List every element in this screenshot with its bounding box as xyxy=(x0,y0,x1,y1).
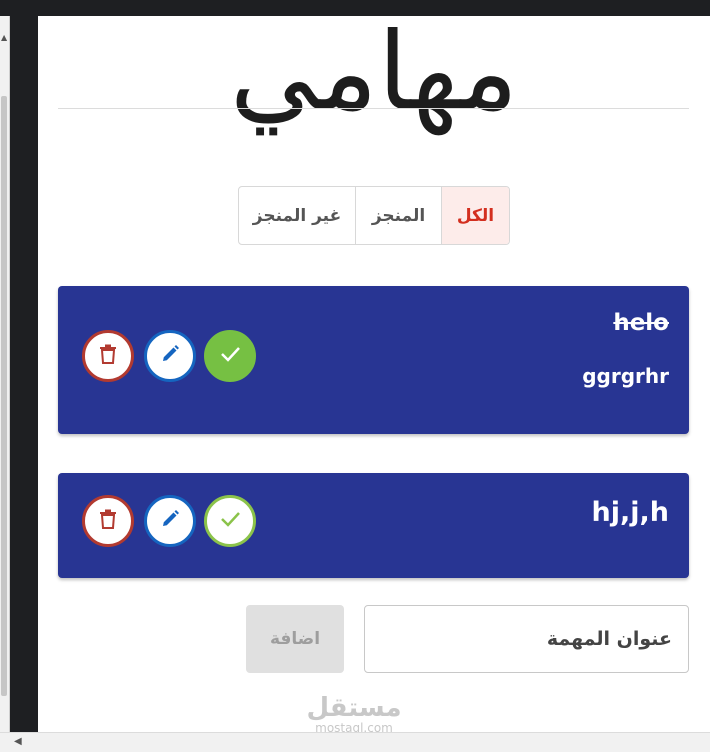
horizontal-scrollbar[interactable]: ◀ xyxy=(0,732,710,752)
app-panel: مهامي غير المنجز المنجز الكل helo ggrgrh… xyxy=(38,10,710,734)
task-card: helo ggrgrhr xyxy=(58,286,689,434)
filter-tab-not-done[interactable]: غير المنجز xyxy=(239,187,355,244)
watermark: مستقل mostaql.com xyxy=(294,694,414,734)
filter-tab-done[interactable]: المنجز xyxy=(355,187,441,244)
check-icon xyxy=(219,345,241,367)
complete-button[interactable] xyxy=(204,495,256,547)
task-card: hj,j,h xyxy=(58,473,689,578)
scrollbar-thumb[interactable] xyxy=(1,96,7,696)
task-details: ggrgrhr xyxy=(582,364,669,388)
delete-button[interactable] xyxy=(82,330,134,382)
task-title-input[interactable] xyxy=(364,605,689,673)
watermark-logo: مستقل xyxy=(306,693,402,723)
page-title: مهامي xyxy=(229,10,519,135)
pencil-icon xyxy=(160,509,180,533)
vertical-scrollbar[interactable]: ▲ xyxy=(0,16,10,732)
complete-button[interactable] xyxy=(204,330,256,382)
edit-button[interactable] xyxy=(144,495,196,547)
delete-button[interactable] xyxy=(82,495,134,547)
filter-tabs: غير المنجز المنجز الكل xyxy=(238,186,510,245)
edit-button[interactable] xyxy=(144,330,196,382)
task-title: hj,j,h xyxy=(591,497,669,528)
scroll-left-arrow-icon[interactable]: ◀ xyxy=(14,736,22,747)
pencil-icon xyxy=(160,344,180,368)
trash-icon xyxy=(99,344,117,368)
filter-tab-all[interactable]: الكل xyxy=(441,187,509,244)
trash-icon xyxy=(99,509,117,533)
title-divider xyxy=(58,108,689,109)
task-title: helo xyxy=(613,310,669,336)
scroll-up-arrow-icon[interactable]: ▲ xyxy=(1,34,7,42)
check-icon xyxy=(219,510,241,532)
add-task-button[interactable]: اضافة xyxy=(246,605,344,673)
